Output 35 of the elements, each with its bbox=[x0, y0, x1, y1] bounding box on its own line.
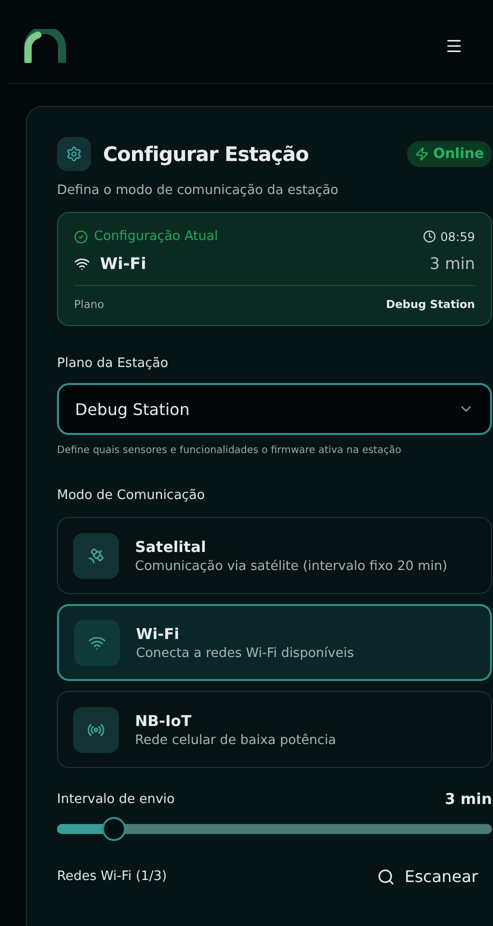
mode-description: Rede celular de baixa potência bbox=[135, 732, 336, 748]
networks-label: Redes Wi-Fi (1/3) bbox=[57, 869, 167, 884]
search-icon bbox=[376, 868, 395, 886]
mode-option[interactable]: Wi-Fi Conecta a redes Wi-Fi disponíveis bbox=[57, 604, 492, 681]
interval-label: Intervalo de envio bbox=[57, 792, 175, 806]
mode-option[interactable]: Satelital Comunicação via satélite (intervalo fixo 20 min) bbox=[57, 517, 492, 594]
plan-hint: Define quais sensores e funcionalidades o firmware ativa na estação bbox=[57, 445, 402, 456]
logo-icon bbox=[24, 28, 66, 62]
plan-label: Plano bbox=[74, 298, 104, 311]
plan-select[interactable]: Debug Station bbox=[57, 383, 492, 435]
interval-slider[interactable] bbox=[57, 817, 492, 841]
satellite-icon bbox=[87, 546, 105, 564]
card-title: Configurar Estação bbox=[103, 142, 309, 166]
current-config-label: Configuração Atual bbox=[94, 229, 218, 244]
mode-title: NB-IoT bbox=[135, 712, 192, 730]
mode-title: Satelital bbox=[135, 538, 207, 556]
mode-description: Conecta a redes Wi-Fi disponíveis bbox=[136, 646, 354, 660]
interval-reading: 3 min bbox=[444, 790, 492, 808]
mode-title: Wi-Fi bbox=[136, 624, 180, 642]
plan-label: Plano da Estação bbox=[57, 356, 170, 371]
clock-icon bbox=[423, 230, 436, 243]
settings-icon bbox=[57, 137, 91, 171]
status-badge: Online bbox=[407, 141, 492, 167]
check-icon bbox=[74, 230, 88, 244]
time-text: 08:59 bbox=[440, 230, 475, 244]
wifi-icon bbox=[74, 256, 90, 272]
card-subtitle: Defina o modo de comunicação da estação bbox=[57, 183, 340, 198]
mode-description: Comunicação via satélite (intervalo fixo 20 min) bbox=[135, 558, 448, 574]
section-label: Modo de Comunicação bbox=[57, 488, 206, 503]
slider-thumb[interactable] bbox=[102, 817, 126, 841]
interval-text: 3 min bbox=[430, 254, 475, 273]
mode-text: Wi-Fi bbox=[100, 254, 146, 273]
plan-value: Debug Station bbox=[386, 298, 475, 311]
scan-button[interactable]: Escanear bbox=[376, 867, 492, 886]
mode-option[interactable]: NB-IoT Rede celular de baixa potência bbox=[57, 691, 492, 768]
